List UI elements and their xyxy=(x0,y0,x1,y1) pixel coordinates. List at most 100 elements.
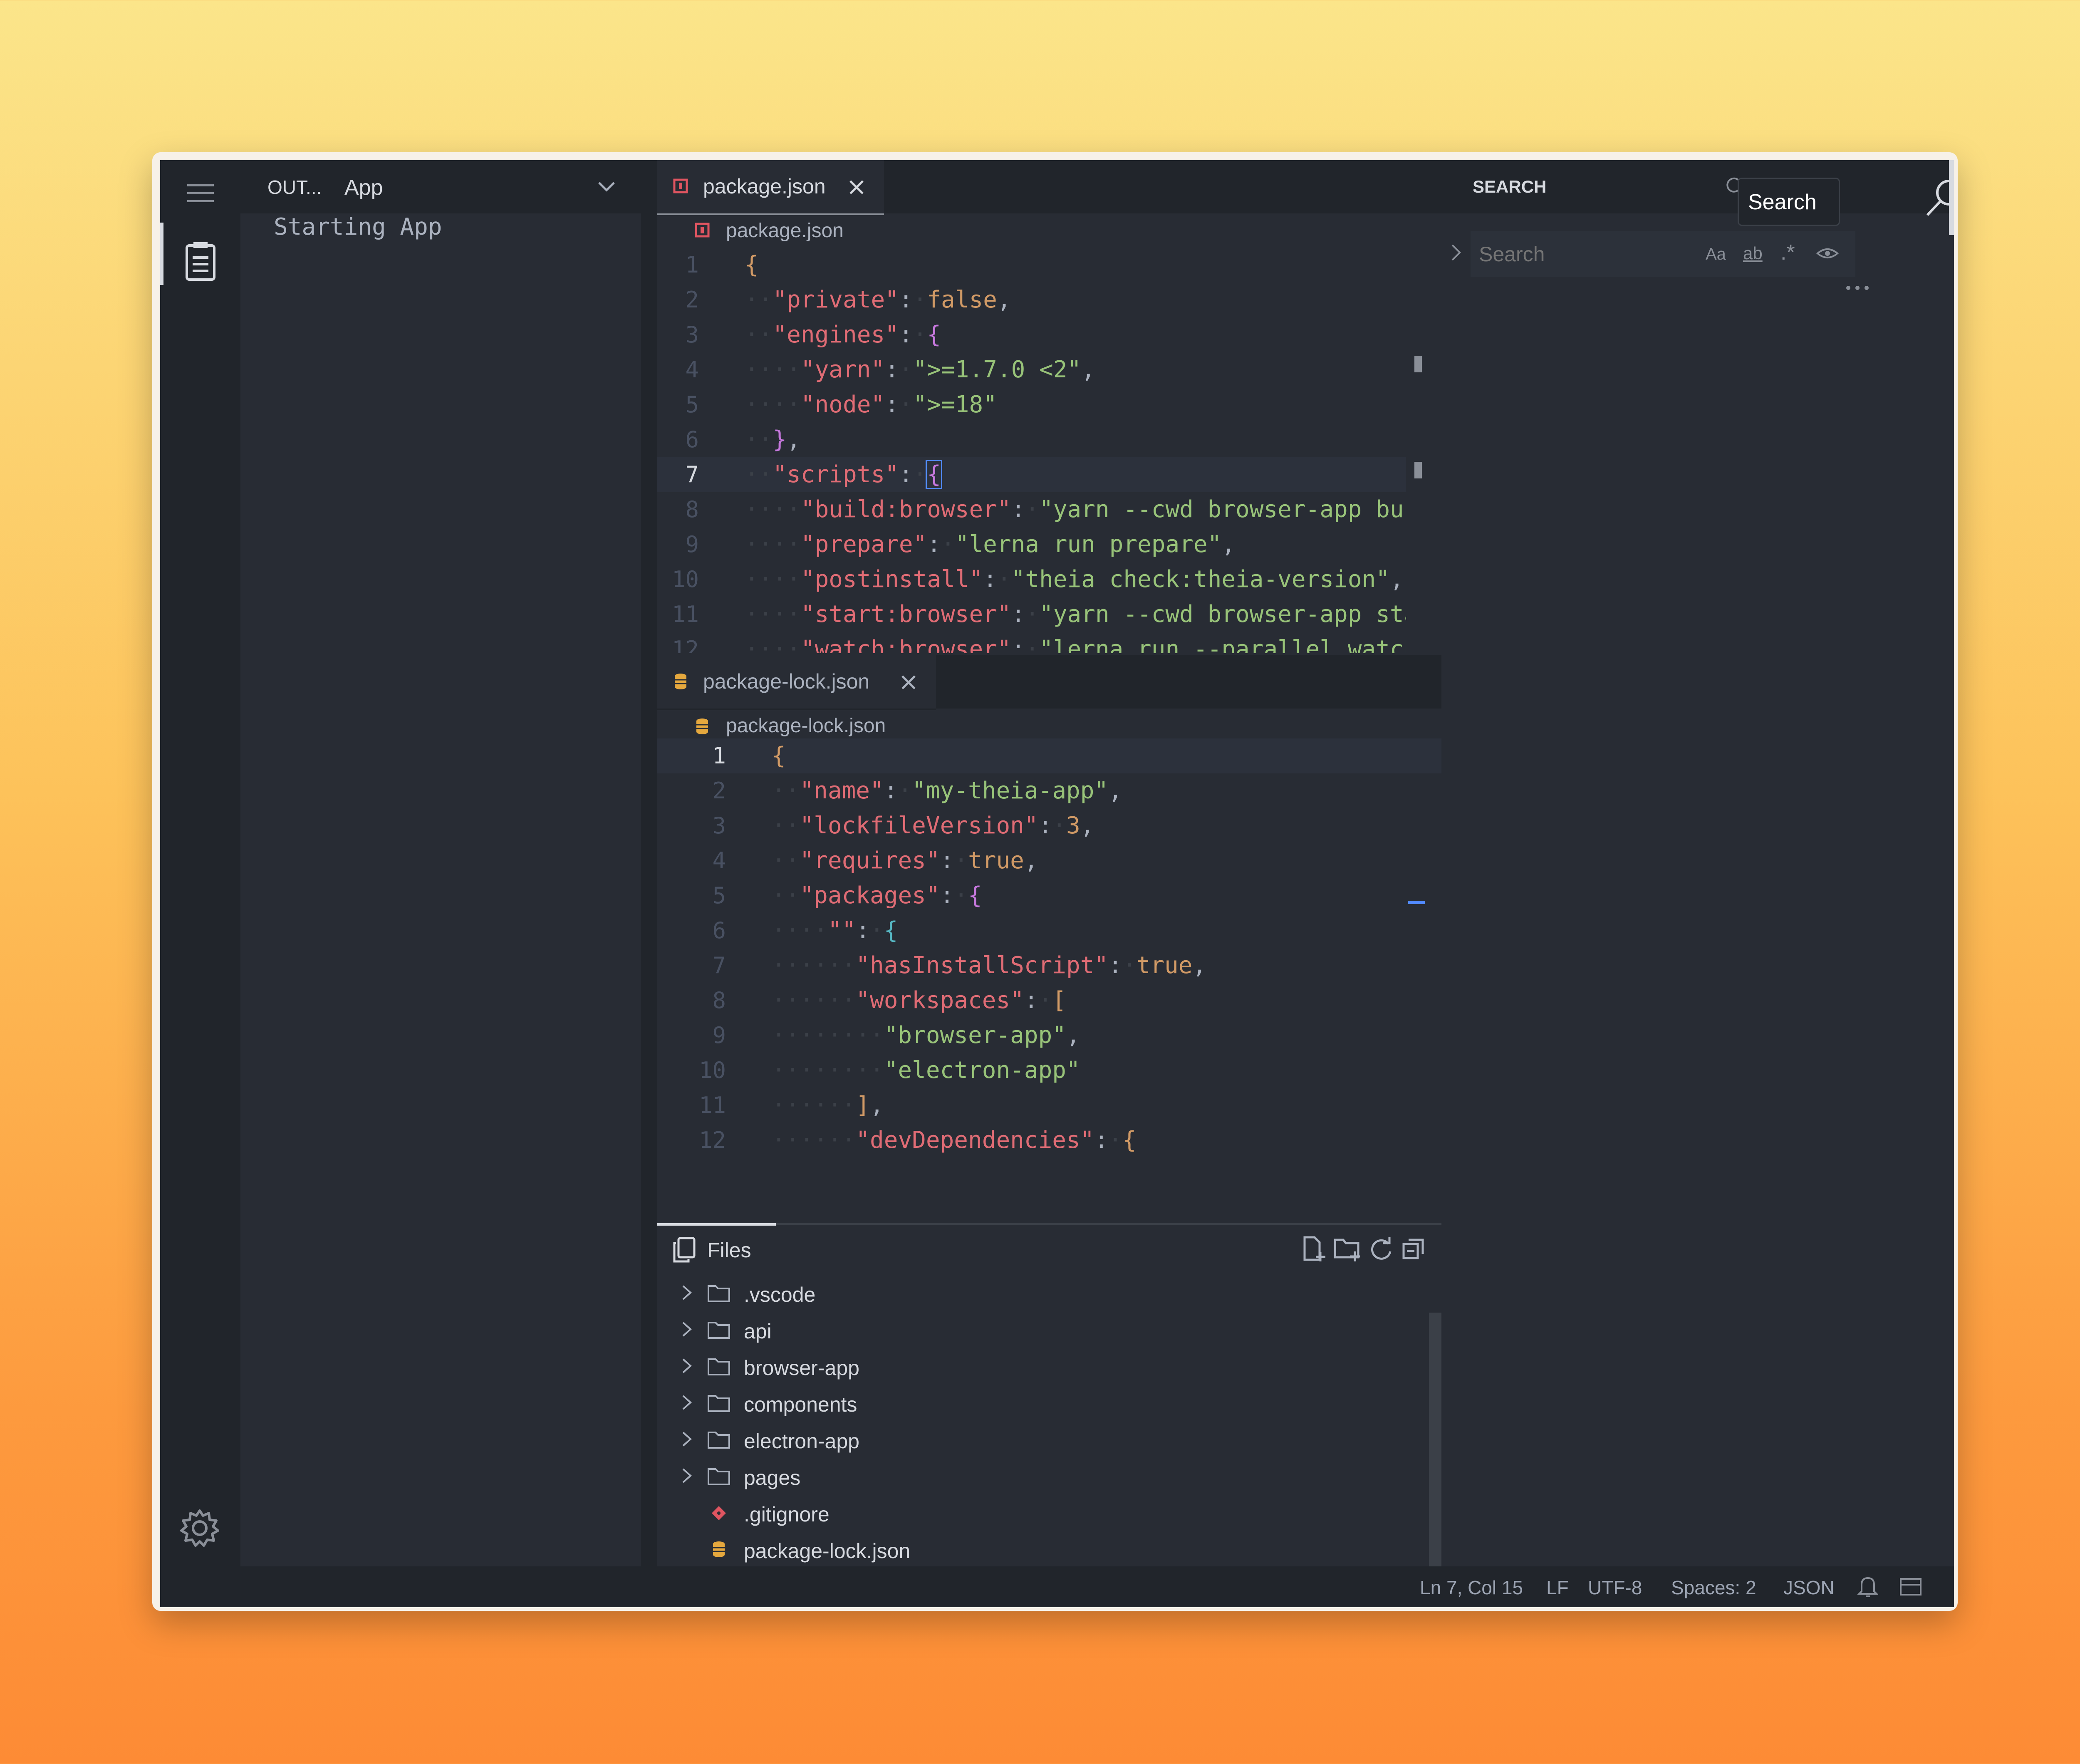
match-case-toggle[interactable]: Aa xyxy=(1706,245,1726,264)
regex-toggle[interactable]: .* xyxy=(1780,240,1795,265)
code-text: ········"browser-app", xyxy=(772,1022,1080,1049)
more-icon[interactable] xyxy=(1845,285,1870,291)
scrollbar-marker xyxy=(1408,901,1425,904)
layout-icon[interactable] xyxy=(1899,1577,1922,1596)
code-line[interactable]: 7 ······"hasInstallScript":·true, xyxy=(657,948,1441,983)
eye-icon[interactable] xyxy=(1816,245,1839,262)
code-line[interactable]: 5 ····"node":·">=18" xyxy=(657,387,1406,422)
bell-icon[interactable] xyxy=(1857,1575,1878,1598)
code-line[interactable]: 4 ····"yarn":·">=1.7.0 <2", xyxy=(657,352,1406,387)
code-area[interactable]: 1{2 ··"name":·"my-theia-app", 3 ··"lockfile… xyxy=(657,738,1441,1223)
code-text: ····"node":·">=18" xyxy=(745,391,997,418)
collapse-all-icon[interactable] xyxy=(1402,1237,1425,1261)
code-line[interactable]: 10 ····"postinstall":·"theia check:theia-… xyxy=(657,562,1406,597)
code-line[interactable]: 8 ····"build:browser":·"yarn --cwd browse… xyxy=(657,492,1406,527)
active-indicator xyxy=(1949,160,1954,235)
code-line[interactable]: 12 ····"watch:browser":·"lerna run --para… xyxy=(657,632,1406,653)
close-icon[interactable] xyxy=(901,674,916,690)
code-text: ······"devDependencies":·{ xyxy=(772,1127,1137,1154)
match-word-toggle[interactable]: ab xyxy=(1743,243,1763,263)
code-line[interactable]: 8 ······"workspaces":·[ xyxy=(657,983,1441,1018)
breadcrumb[interactable]: package.json xyxy=(726,219,844,242)
cursor-position[interactable]: Ln 7, Col 15 xyxy=(1420,1576,1523,1599)
code-line[interactable]: 12 ······"devDependencies":·{ xyxy=(657,1123,1441,1158)
code-text: ····"yarn":·">=1.7.0 <2", xyxy=(745,356,1095,383)
file-tree-label: package-lock.json xyxy=(744,1539,911,1563)
refresh-icon[interactable] xyxy=(1369,1236,1394,1261)
line-number: 10 xyxy=(671,566,699,592)
line-number: 6 xyxy=(712,917,726,944)
code-line[interactable]: 9 ····"prepare":·"lerna run prepare", xyxy=(657,527,1406,562)
scrollbar[interactable] xyxy=(1429,1313,1441,1566)
line-number: 7 xyxy=(685,461,699,488)
file-tree-item[interactable]: components xyxy=(657,1385,1429,1422)
code-line[interactable]: 5 ··"packages":·{ xyxy=(657,878,1441,913)
code-area[interactable]: 1{2 ··"private":·false, 3 ··"engines":·{4 ··… xyxy=(657,248,1406,653)
chevron-down-icon[interactable] xyxy=(598,182,615,192)
editor-package-json: package.json package.json 1{2 ··"private"… xyxy=(657,160,1441,655)
code-line[interactable]: 3 ··"lockfileVersion":·3, xyxy=(657,808,1441,843)
code-text: ····"build:browser":·"yarn --cwd browser… xyxy=(745,496,1406,523)
indentation[interactable]: Spaces: 2 xyxy=(1671,1576,1756,1599)
new-file-icon[interactable] xyxy=(1302,1236,1327,1262)
search-input[interactable] xyxy=(1471,231,1704,277)
code-line[interactable]: 1{ xyxy=(657,248,1406,282)
code-text: ····"start:browser":·"yarn --cwd browser… xyxy=(745,601,1406,628)
code-text: ··"packages":·{ xyxy=(772,882,982,909)
code-text: ····"prepare":·"lerna run prepare", xyxy=(745,531,1236,558)
output-icon[interactable] xyxy=(185,241,217,281)
code-line[interactable]: 10 ········"electron-app" xyxy=(657,1053,1441,1088)
chevron-right-icon[interactable] xyxy=(679,1394,696,1411)
settings-gear-icon[interactable] xyxy=(180,1508,220,1548)
code-text: { xyxy=(745,251,759,278)
code-line[interactable]: 11 ······], xyxy=(657,1088,1441,1123)
breadcrumb[interactable]: package-lock.json xyxy=(726,714,886,737)
output-channel-select[interactable]: App xyxy=(344,175,383,200)
line-number: 6 xyxy=(685,426,699,453)
code-line[interactable]: 6 ··}, xyxy=(657,422,1406,457)
file-tree-item[interactable]: pages xyxy=(657,1458,1429,1495)
chevron-right-icon[interactable] xyxy=(679,1467,696,1484)
line-number: 2 xyxy=(712,778,726,804)
tab-package-lock-json[interactable]: package-lock.json xyxy=(657,655,936,710)
code-line[interactable]: 4 ··"requires":·true, xyxy=(657,843,1441,878)
menu-icon[interactable] xyxy=(187,184,214,203)
code-line[interactable]: 6 ····"":·{ xyxy=(657,913,1441,948)
chevron-right-icon[interactable] xyxy=(679,1284,696,1301)
file-tree-label: pages xyxy=(744,1466,801,1489)
code-line[interactable]: 11 ····"start:browser":·"yarn --cwd brows… xyxy=(657,597,1406,632)
output-header: OUT... App xyxy=(240,160,641,213)
file-tree-item[interactable]: electron-app xyxy=(657,1422,1429,1458)
file-tree-item[interactable]: .vscode xyxy=(657,1275,1429,1312)
search-panel: SEARCH Search Aa ab .* xyxy=(1441,160,1954,1566)
database-icon xyxy=(696,718,708,734)
chevron-right-icon[interactable] xyxy=(679,1431,696,1447)
code-line[interactable]: 7 ··"scripts":·{ xyxy=(657,457,1406,492)
line-ending[interactable]: LF xyxy=(1546,1576,1569,1599)
file-tree-item[interactable]: .gitignore xyxy=(657,1495,1429,1531)
folder-icon xyxy=(708,1395,730,1412)
tab-package-json[interactable]: package.json xyxy=(657,160,884,215)
chevron-right-icon[interactable] xyxy=(679,1321,696,1338)
code-line[interactable]: 9 ········"browser-app", xyxy=(657,1018,1441,1053)
file-tree-item[interactable]: package-lock.json xyxy=(657,1531,1429,1568)
activity-bar xyxy=(160,160,240,1566)
file-tree: .vscode api browser-app components electron-… xyxy=(657,1275,1429,1605)
files-title: Files xyxy=(707,1239,751,1262)
language-mode[interactable]: JSON xyxy=(1783,1576,1835,1599)
new-folder-icon[interactable] xyxy=(1333,1236,1362,1262)
code-line[interactable]: 3 ··"engines":·{ xyxy=(657,317,1406,352)
file-tree-item[interactable]: api xyxy=(657,1312,1429,1348)
editor-tabbar: package-lock.json xyxy=(657,655,1441,710)
code-line[interactable]: 1{ xyxy=(657,738,1441,773)
line-number: 1 xyxy=(685,252,699,278)
code-line[interactable]: 2 ··"private":·false, xyxy=(657,282,1406,317)
chevron-right-icon[interactable] xyxy=(679,1358,696,1374)
code-line[interactable]: 2 ··"name":·"my-theia-app", xyxy=(657,773,1441,808)
close-icon[interactable] xyxy=(849,179,864,195)
line-number: 9 xyxy=(685,531,699,557)
line-number: 5 xyxy=(712,882,726,909)
file-tree-item[interactable]: browser-app xyxy=(657,1348,1429,1385)
encoding[interactable]: UTF-8 xyxy=(1588,1576,1642,1599)
chevron-right-icon[interactable] xyxy=(1450,243,1462,262)
